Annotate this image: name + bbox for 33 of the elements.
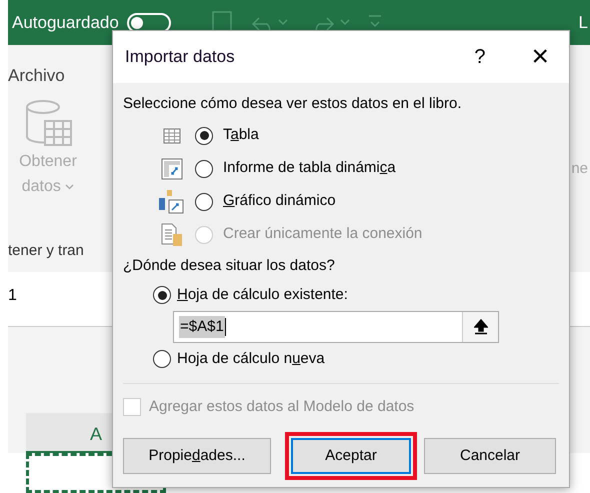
document-icon: [161, 222, 183, 246]
radio-button[interactable]: [195, 160, 213, 178]
chevron-down-icon: [65, 184, 74, 190]
window-title: L: [578, 12, 589, 34]
option-label: Hoja de cálculo existente:: [177, 284, 348, 305]
option-label: Gráfico dinámico: [223, 191, 336, 212]
radio-button[interactable]: [195, 192, 213, 210]
location-prompt: ¿Dónde desea situar los datos?: [123, 256, 336, 276]
option-label: Tabla: [223, 125, 259, 146]
dialog-title: Importar datos: [125, 46, 235, 68]
ribbon-tab[interactable]: Archivo: [8, 45, 65, 88]
collapse-button[interactable]: [462, 312, 498, 342]
dialog-button[interactable]: Cancelar: [424, 438, 556, 474]
autosave-label: Autoguardado: [12, 12, 119, 34]
option-label: Informe de tabla dinámica: [223, 158, 396, 178]
radio-button[interactable]: [153, 350, 171, 368]
option-label: Hoja de cálculo nueva: [177, 348, 325, 369]
ribbon-label: ne: [571, 159, 588, 179]
prompt-text: Seleccione cómo desea ver estos datos en el libro.: [123, 94, 463, 114]
radio-button[interactable]: [195, 126, 213, 144]
close-button[interactable]: ×: [511, 42, 569, 72]
table-icon: [163, 128, 181, 144]
pivot-table-icon: [161, 158, 183, 180]
help-button[interactable]: ?: [448, 42, 512, 72]
radio-button[interactable]: [153, 286, 171, 304]
group-label: tener y tran: [8, 240, 84, 260]
range-field[interactable]: =$A$1: [173, 311, 499, 343]
database-table-icon: [23, 98, 73, 148]
dialog-button[interactable]: Aceptar: [291, 438, 411, 474]
name-box[interactable]: 1: [8, 287, 17, 304]
pivot-chart-icon: [159, 190, 185, 214]
up-arrow-icon: [474, 319, 488, 335]
option-label: Crear únicamente la conexión: [223, 224, 422, 244]
